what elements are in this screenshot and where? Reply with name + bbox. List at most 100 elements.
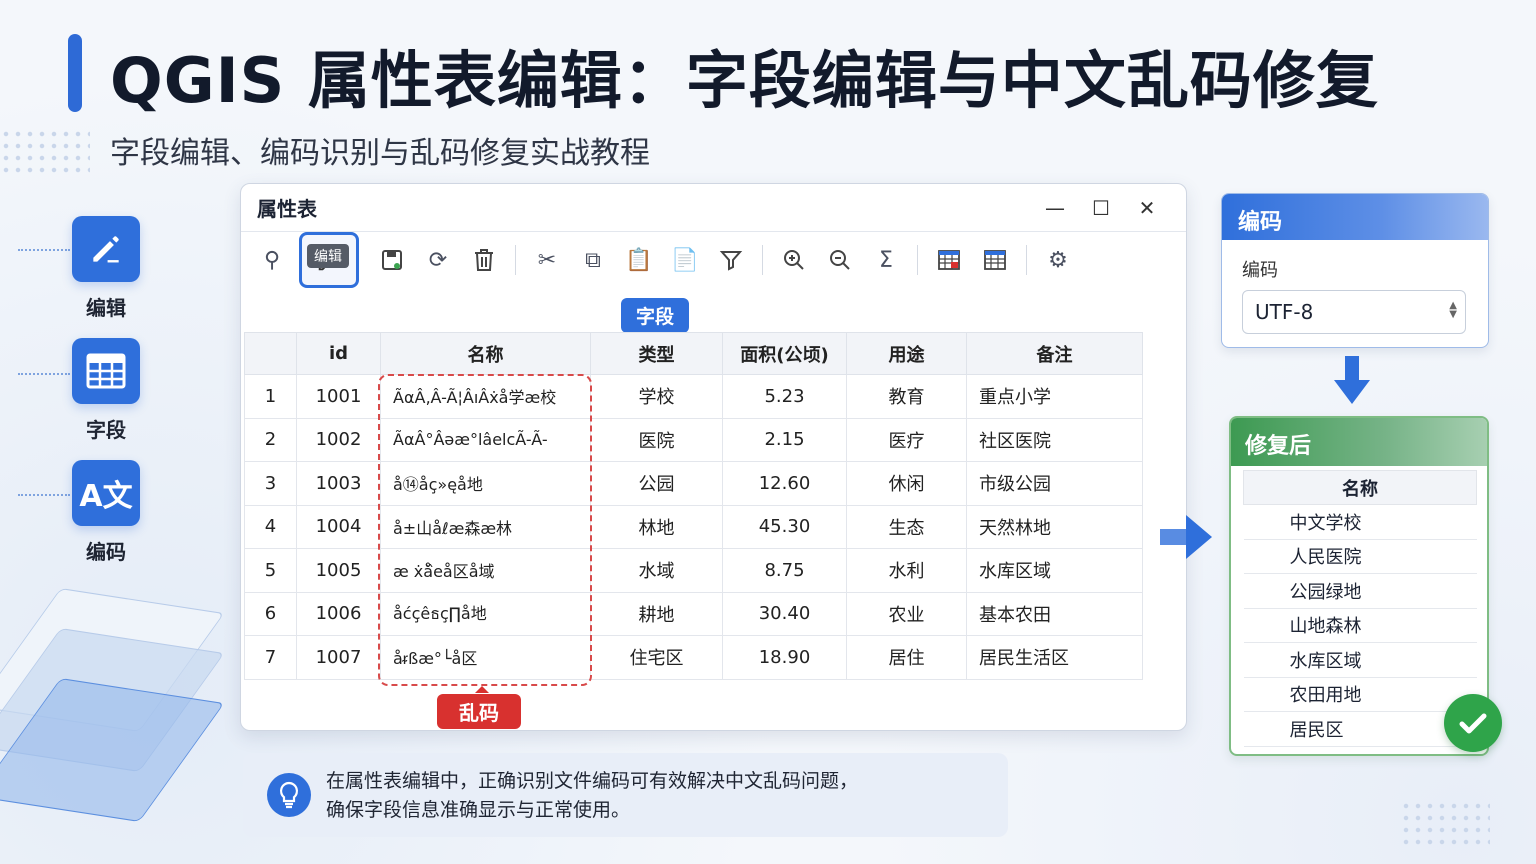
cell-type[interactable]: 耕地 <box>590 591 723 636</box>
maximize-button[interactable]: ☐ <box>1078 196 1124 220</box>
table-header-row: id 名称 类型 面积(公顷) 用途 备注 <box>244 332 1143 375</box>
cell-note[interactable]: 居民生活区 <box>966 635 1143 680</box>
sidebar-item-field[interactable]: 字段 <box>72 338 140 443</box>
sidebar-item-label: 字段 <box>86 418 126 442</box>
zoom-out-button[interactable] <box>817 237 863 283</box>
cell-type[interactable]: 医院 <box>590 417 723 462</box>
page-title: QGIS 属性表编辑：字段编辑与中文乱码修复 <box>110 44 1379 117</box>
cell-use[interactable]: 水利 <box>846 548 967 593</box>
encoding-panel-title: 编码 <box>1222 194 1488 240</box>
zoom-out-icon <box>830 250 850 270</box>
cell-id[interactable]: 1007 <box>296 635 381 680</box>
cell-type[interactable]: 学校 <box>590 374 723 419</box>
cell-area[interactable]: 8.75 <box>722 548 847 593</box>
row-number: 4 <box>244 504 297 549</box>
table-edit-icon <box>938 250 960 270</box>
cell-use[interactable]: 生态 <box>846 504 967 549</box>
cell-note[interactable]: 市级公园 <box>966 461 1143 506</box>
cell-id[interactable]: 1005 <box>296 548 381 593</box>
copy-button[interactable]: ⧉ <box>570 237 616 283</box>
sidebar-item-label: 编码 <box>86 540 126 564</box>
field-tag: 字段 <box>621 298 690 341</box>
cell-area[interactable]: 18.90 <box>722 635 847 680</box>
reload-button[interactable]: ⟳ <box>415 237 461 283</box>
cell-type[interactable]: 住宅区 <box>590 635 723 680</box>
page-subtitle: 字段编辑、编码识别与乱码修复实战教程 <box>110 136 650 171</box>
filter-button[interactable] <box>708 237 754 283</box>
fixed-name: 中文学校 <box>1243 504 1477 540</box>
encoding-label: 编码 <box>1242 260 1278 281</box>
filter-icon <box>719 251 743 271</box>
sidebar-item-edit[interactable]: 编辑 <box>72 216 140 321</box>
cell-area[interactable]: 45.30 <box>722 504 847 549</box>
window-titlebar: 属性表 — ☐ ✕ <box>241 184 1186 232</box>
list-item: 公园绿地 <box>1243 573 1477 609</box>
cell-use[interactable]: 教育 <box>846 374 967 419</box>
cell-use[interactable]: 医疗 <box>846 417 967 462</box>
cell-area[interactable]: 2.15 <box>722 417 847 462</box>
cell-use[interactable]: 休闲 <box>846 461 967 506</box>
cell-id[interactable]: 1002 <box>296 417 381 462</box>
column-header[interactable]: 类型 <box>590 332 723 375</box>
cell-area[interactable]: 12.60 <box>722 461 847 506</box>
row-number: 3 <box>244 461 297 506</box>
toolbar-separator <box>762 245 763 275</box>
field-calculator-button[interactable] <box>926 237 972 283</box>
cell-type[interactable]: 公园 <box>590 461 723 506</box>
decorative-dots <box>1400 800 1490 850</box>
delete-button[interactable] <box>461 237 507 283</box>
zoom-in-button[interactable] <box>771 237 817 283</box>
cell-use[interactable]: 农业 <box>846 591 967 636</box>
paste-button[interactable]: 📋 <box>616 237 662 283</box>
close-button[interactable]: ✕ <box>1124 196 1170 220</box>
cell-id[interactable]: 1001 <box>296 374 381 419</box>
cell-area[interactable]: 5.23 <box>722 374 847 419</box>
list-item: 农田用地 <box>1243 677 1477 712</box>
cell-area[interactable]: 30.40 <box>722 591 847 636</box>
cell-note[interactable]: 基本农田 <box>966 591 1143 636</box>
sidebar-item-encoding[interactable]: A文 编码 <box>72 460 140 565</box>
paste-icon: 📋 <box>625 247 653 273</box>
column-header[interactable] <box>244 332 297 375</box>
cell-type[interactable]: 林地 <box>590 504 723 549</box>
column-header[interactable]: 面积(公顷) <box>722 332 847 375</box>
tooltip: 编辑 <box>307 244 349 268</box>
settings-button[interactable]: ⚙ <box>1035 237 1081 283</box>
cell-note[interactable]: 社区医院 <box>966 417 1143 462</box>
cell-use[interactable]: 居住 <box>846 635 967 680</box>
column-header[interactable]: 备注 <box>966 332 1143 375</box>
statistics-button[interactable]: Σ <box>863 237 909 283</box>
fixed-name: 水库区域 <box>1243 642 1477 678</box>
copy-icon: ⧉ <box>585 247 601 273</box>
column-header[interactable]: id <box>296 332 381 375</box>
column-header[interactable]: 用途 <box>846 332 967 375</box>
attribute-table-window: 属性表 — ☐ ✕ ⚲ ⟳ ✂ ⧉ 📋 📄 Σ ⚙ 编辑 字段 id 名称 类型… <box>240 183 1187 731</box>
minimize-button[interactable]: — <box>1032 196 1078 220</box>
table-icon <box>984 250 1006 270</box>
cell-note[interactable]: 天然林地 <box>966 504 1143 549</box>
paste-special-button[interactable]: 📄 <box>662 237 708 283</box>
cell-note[interactable]: 重点小学 <box>966 374 1143 419</box>
cell-note[interactable]: 水库区域 <box>966 548 1143 593</box>
cut-button[interactable]: ✂ <box>524 237 570 283</box>
column-header: 名称 <box>1243 470 1477 505</box>
row-number: 2 <box>244 417 297 462</box>
column-header[interactable]: 名称 <box>380 332 591 375</box>
clipboard-icon: 📄 <box>671 247 699 273</box>
chevron-updown-icon: ▲ ▼ <box>1449 300 1457 320</box>
select-features-button[interactable]: ⚲ <box>249 237 295 283</box>
zoom-in-icon <box>784 250 804 270</box>
pencil-icon <box>72 216 140 282</box>
cell-id[interactable]: 1003 <box>296 461 381 506</box>
encoding-select[interactable]: UTF-8 ▲ ▼ <box>1242 290 1466 334</box>
checkmark-icon <box>1444 694 1502 752</box>
table-icon <box>72 338 140 404</box>
gear-icon: ⚙ <box>1048 247 1068 273</box>
refresh-icon: ⟳ <box>428 247 448 273</box>
save-button[interactable] <box>369 237 415 283</box>
cell-id[interactable]: 1004 <box>296 504 381 549</box>
cell-type[interactable]: 水域 <box>590 548 723 593</box>
cell-id[interactable]: 1006 <box>296 591 381 636</box>
connector-line <box>18 494 70 496</box>
table-view-button[interactable] <box>972 237 1018 283</box>
